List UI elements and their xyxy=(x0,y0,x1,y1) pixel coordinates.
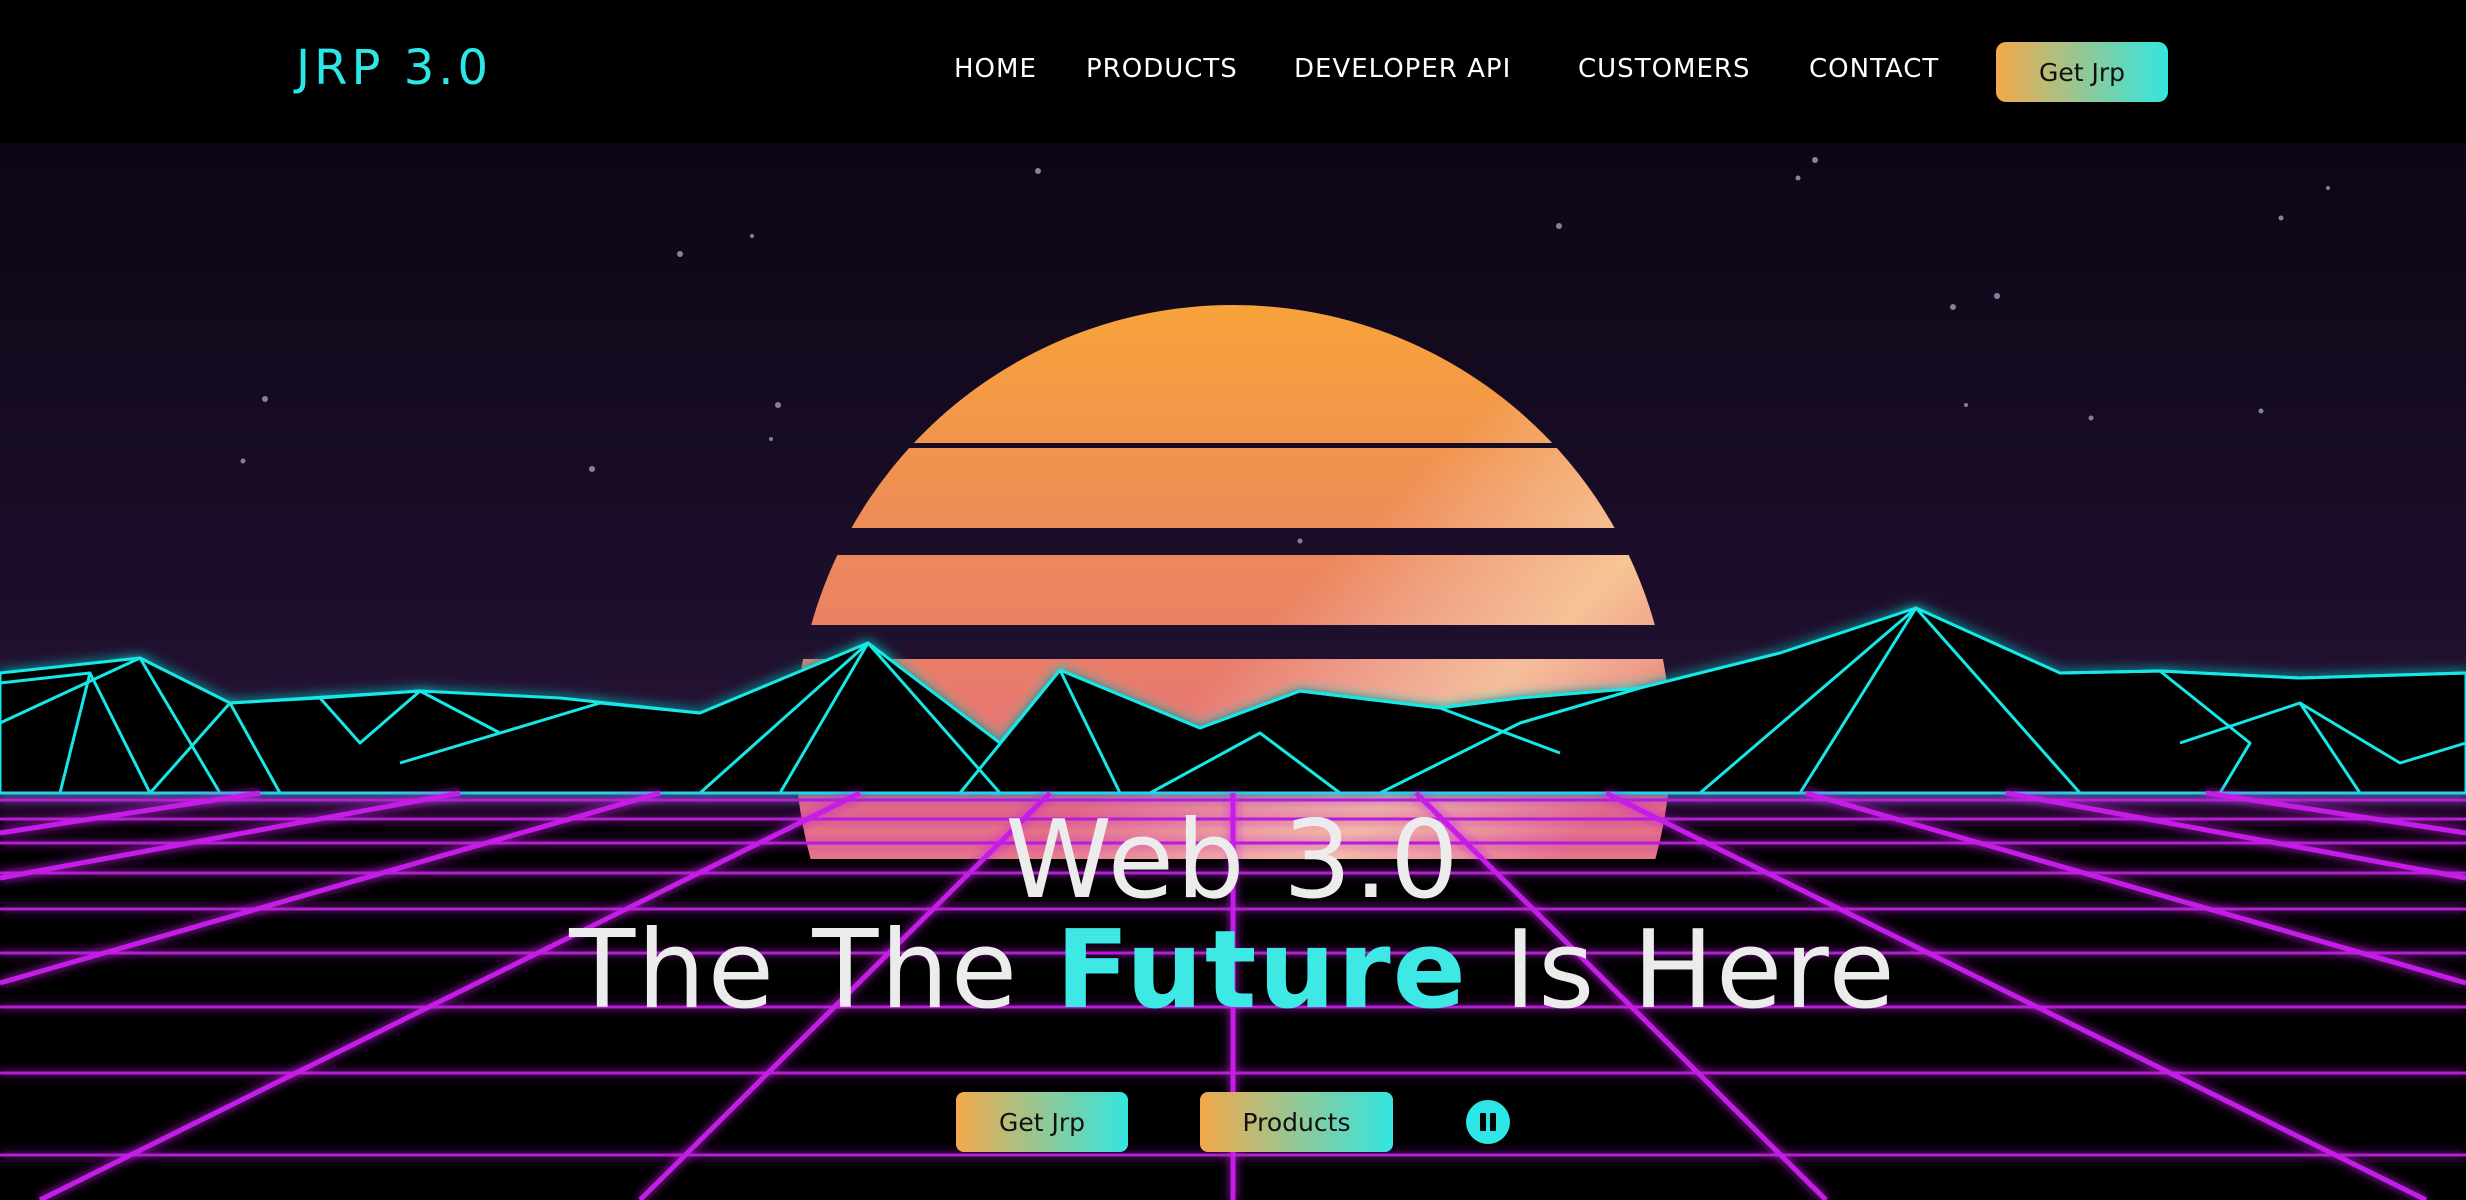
hero-title-accent: Future xyxy=(1055,908,1468,1033)
hero-title-suffix: Is Here xyxy=(1467,908,1897,1033)
synthwave-background xyxy=(0,157,2466,1200)
nav-link-contact[interactable]: CONTACT xyxy=(1809,54,1939,84)
nav-link-customers[interactable]: CUSTOMERS xyxy=(1578,54,1750,84)
pause-button[interactable] xyxy=(1466,1100,1510,1144)
nav-link-developer-api[interactable]: DEVELOPER API xyxy=(1294,54,1511,84)
get-jrp-button[interactable]: Get Jrp xyxy=(956,1092,1128,1152)
nav-link-products[interactable]: PRODUCTS xyxy=(1086,54,1238,84)
products-button[interactable]: Products xyxy=(1200,1092,1393,1152)
hero-title-prefix: The The xyxy=(569,908,1056,1033)
hero-section: Web 3.0 The The Future Is Here Get Jrp P… xyxy=(0,143,2466,1200)
get-jrp-nav-button[interactable]: Get Jrp xyxy=(1996,42,2168,102)
pause-icon xyxy=(1480,1113,1486,1131)
hero-title-line-1: Web 3.0 xyxy=(1005,798,1461,923)
nav-link-home[interactable]: HOME xyxy=(954,54,1037,84)
navbar: JRP 3.0 HOME PRODUCTS DEVELOPER API CUST… xyxy=(0,0,2466,143)
hero-title-line-2: The The Future Is Here xyxy=(0,908,2466,1033)
